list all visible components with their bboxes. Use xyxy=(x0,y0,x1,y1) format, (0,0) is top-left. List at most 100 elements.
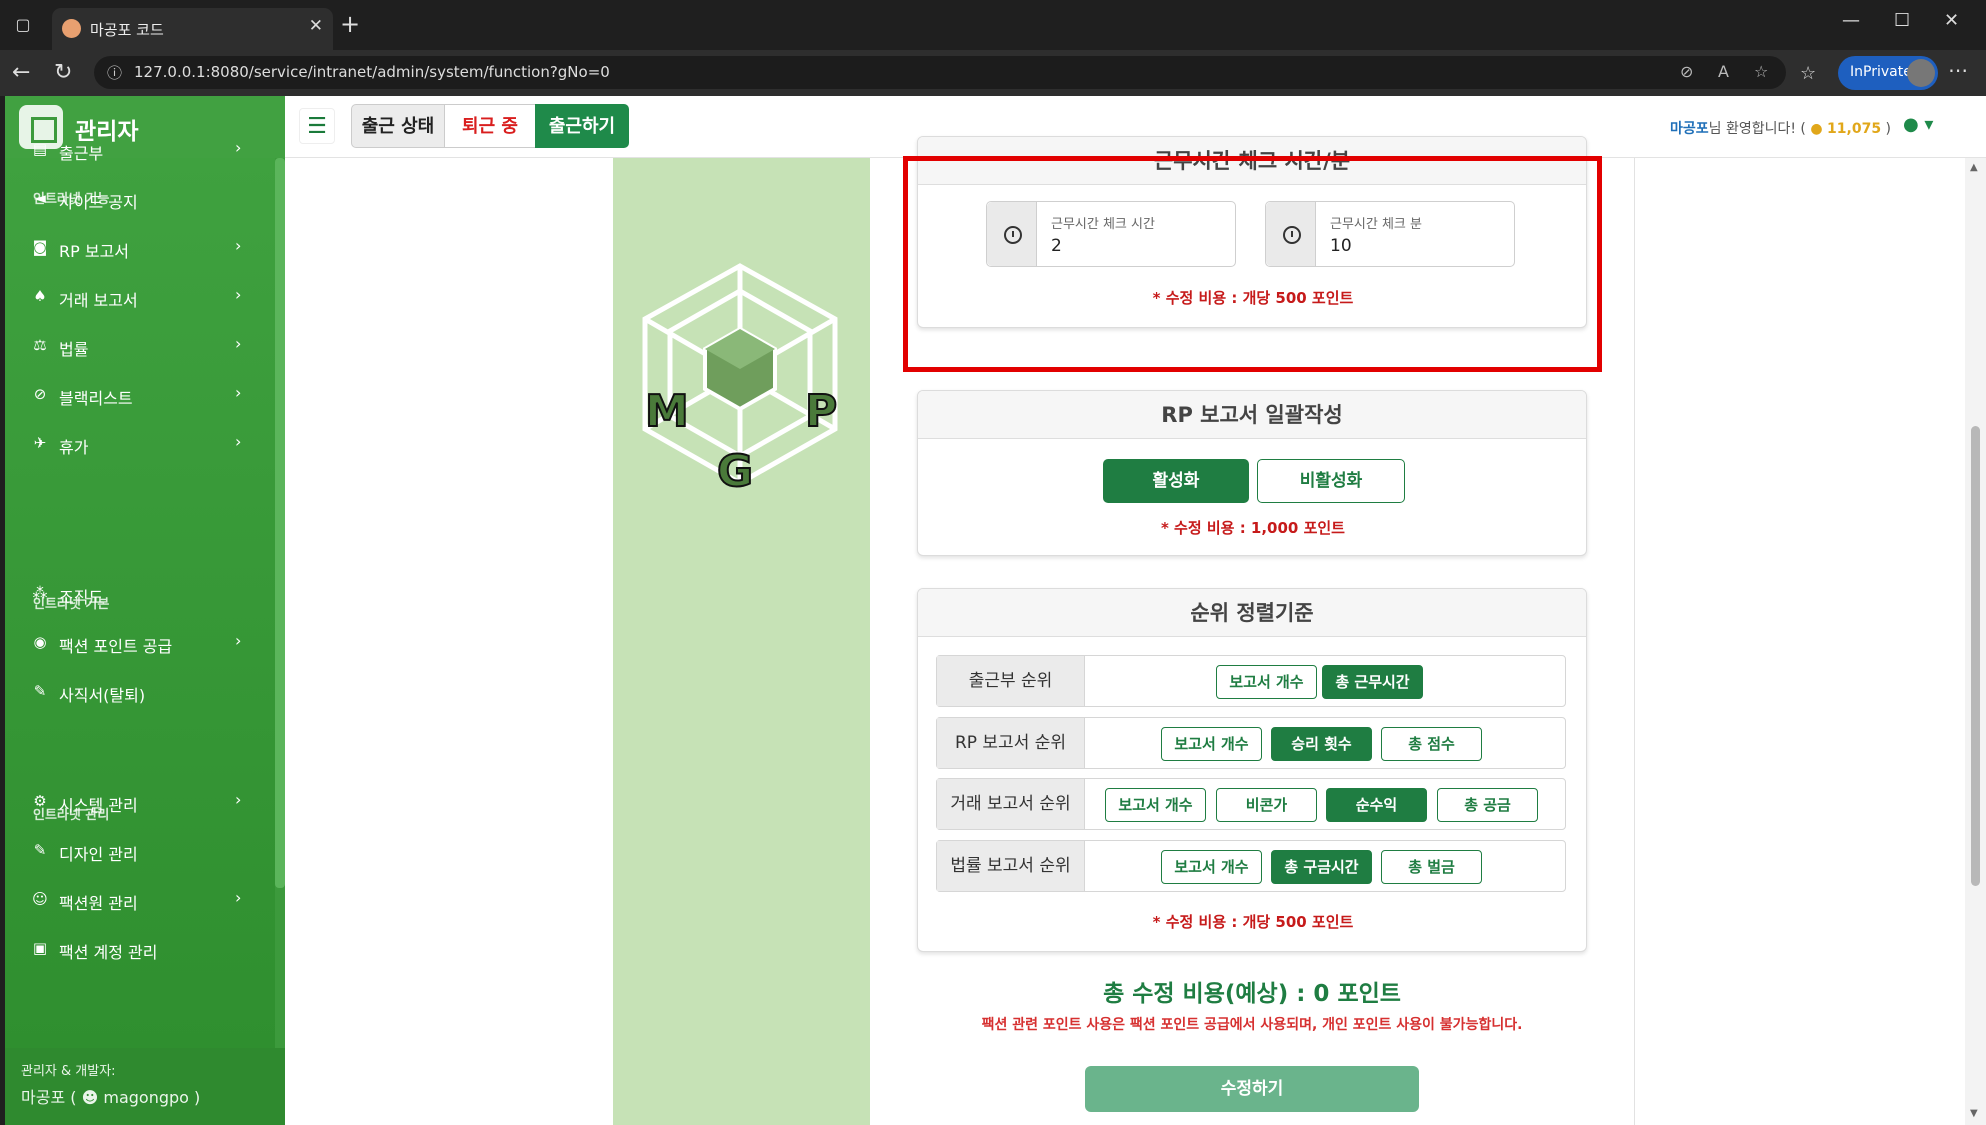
ranking-row: 거래 보고서 순위 보고서 개수 비콘가 순수익 총 공금 xyxy=(936,778,1566,830)
chevron-right-icon: › xyxy=(235,888,242,907)
maximize-icon[interactable]: ☐ xyxy=(1894,10,1910,31)
read-aloud-icon[interactable]: A xyxy=(1718,62,1729,81)
sidebar-item-label: 팩션 포인트 공급 xyxy=(59,637,173,656)
book-icon: ▤ xyxy=(32,140,48,158)
ranking-cost: * 수정 비용 : 개당 500 포인트 xyxy=(1152,913,1354,931)
tracking-prevention-icon[interactable]: ⊘ xyxy=(1680,62,1693,81)
reload-icon[interactable]: ↻ xyxy=(54,60,72,85)
favorite-star-icon[interactable]: ☆ xyxy=(1754,62,1768,81)
site-info-icon[interactable]: ⓘ xyxy=(107,62,122,83)
ranking-option-button[interactable]: 총 공금 xyxy=(1437,788,1538,822)
svg-text:G: G xyxy=(717,446,753,491)
sidebar-item[interactable]: ◄ 사이드 공지 xyxy=(5,179,275,219)
sidebar-item[interactable]: ♠ 거래 보고서 › xyxy=(5,277,275,317)
ranking-row-label: 출근부 순위 xyxy=(937,656,1085,706)
sidebar-item[interactable]: ⁂ 조직도 xyxy=(5,574,275,614)
window-close-icon[interactable]: ✕ xyxy=(1944,10,1959,31)
sidebar-toggle-icon[interactable]: ▢ xyxy=(10,12,36,38)
sidebar-item-label: 출근부 xyxy=(59,144,104,163)
sidebar-item[interactable]: ☺ 팩션원 관리 › xyxy=(5,880,275,920)
browser-menu-icon[interactable]: ⋯ xyxy=(1948,58,1968,82)
gear-icon: ⚙ xyxy=(33,792,47,810)
sidebar-item-label: 팩션원 관리 xyxy=(59,894,138,913)
scale-icon: ⚖ xyxy=(33,336,47,354)
menu-toggle-icon[interactable]: ☰ xyxy=(299,108,335,144)
sidebar-item[interactable]: ⚖ 법률 › xyxy=(5,326,275,366)
page-scrollbar[interactable]: ▲ ▼ xyxy=(1965,158,1986,1125)
submit-button[interactable]: 수정하기 xyxy=(1085,1066,1419,1112)
sidebar-item[interactable]: ⚙ 시스템 관리 › xyxy=(5,782,275,822)
activate-button[interactable]: 활성화 xyxy=(1103,459,1249,503)
gamepad-icon: ◙ xyxy=(32,238,48,256)
footer-name: 마공포 ( xyxy=(21,1088,82,1107)
id-card-icon: ▣ xyxy=(32,939,48,957)
favorites-icon[interactable]: ☆ xyxy=(1800,63,1816,84)
minimize-icon[interactable]: — xyxy=(1842,10,1860,31)
ranking-option-button[interactable]: 승리 횟수 xyxy=(1271,727,1372,761)
ranking-row: 출근부 순위 보고서 개수 총 근무시간 xyxy=(936,655,1566,707)
sidebar-item-label: 팩션 계정 관리 xyxy=(59,943,158,962)
sitemap-icon: ⁂ xyxy=(32,584,48,602)
ranking-row: 법률 보고서 순위 보고서 개수 총 구금시간 총 벌금 xyxy=(936,840,1566,892)
sidebar-item[interactable]: ✎ 디자인 관리 xyxy=(5,831,275,871)
sidebar-item[interactable]: ◉ 팩션 포인트 공급 › xyxy=(5,623,275,663)
chevron-right-icon: › xyxy=(235,236,242,255)
attendance-status-label: 출근 상태 xyxy=(351,104,445,148)
rp-bulk-card: RP 보고서 일괄작성 활성화 비활성화 * 수정 비용 : 1,000 포인트 xyxy=(917,390,1587,556)
ranking-option-button[interactable]: 보고서 개수 xyxy=(1105,788,1206,822)
browser-tab[interactable]: 마공포 코드 ✕ xyxy=(52,8,333,50)
svg-text:M: M xyxy=(645,386,689,437)
ranking-option-button[interactable]: 순수익 xyxy=(1326,788,1427,822)
ranking-row-label: RP 보고서 순위 xyxy=(937,718,1085,768)
sidebar-item[interactable]: ▣ 팩션 계정 관리 xyxy=(5,929,275,969)
sidebar-item-label: 사직서(탈퇴) xyxy=(59,686,146,705)
footer-discord[interactable]: magongpo ) xyxy=(103,1088,200,1107)
attendance-status-value: 퇴근 중 xyxy=(444,104,536,148)
sidebar: 관리자 인트라넷 기능 인트라넷 기본 인트라넷 관리 ▤ 출근부 › ◄ 사이드 공지… xyxy=(5,96,285,1125)
welcome-text: 님 환영합니다! ( xyxy=(1708,121,1806,137)
ranking-option-button[interactable]: 비콘가 xyxy=(1216,788,1317,822)
pen-icon: ✎ xyxy=(33,682,47,700)
inprivate-badge[interactable]: InPrivate xyxy=(1838,56,1938,90)
tab-title: 마공포 코드 xyxy=(90,21,164,39)
coins-icon: ◉ xyxy=(33,633,47,651)
scroll-up-icon[interactable]: ▲ xyxy=(1970,162,1978,173)
chevron-right-icon: › xyxy=(235,285,242,304)
ranking-option-button[interactable]: 총 벌금 xyxy=(1381,850,1482,884)
ranking-option-button[interactable]: 보고서 개수 xyxy=(1161,727,1262,761)
plane-icon: ✈ xyxy=(33,434,47,452)
sidebar-item[interactable]: ✎ 사직서(탈퇴) xyxy=(5,672,275,712)
scroll-thumb[interactable] xyxy=(1971,426,1980,886)
sidebar-item[interactable]: ✈ 휴가 › xyxy=(5,424,275,464)
sidebar-item[interactable]: ⊘ 블랙리스트 › xyxy=(5,375,275,415)
welcome-username: 마공포 xyxy=(1670,121,1709,137)
sidebar-item-label: 법률 xyxy=(59,340,89,359)
sidebar-scrollbar[interactable] xyxy=(275,158,285,888)
chevron-right-icon: › xyxy=(235,383,242,402)
sidebar-item[interactable]: ◙ RP 보고서 › xyxy=(5,228,275,268)
coin-icon: ● xyxy=(1810,121,1823,137)
welcome-message: 마공포님 환영합니다! ( ● 11,075 ) xyxy=(1670,118,1891,138)
ranking-option-button[interactable]: 보고서 개수 xyxy=(1161,850,1262,884)
new-tab-icon[interactable]: + xyxy=(340,10,360,38)
ranking-option-button[interactable]: 총 점수 xyxy=(1381,727,1482,761)
scroll-down-icon[interactable]: ▼ xyxy=(1970,1108,1978,1119)
user-points: 11,075 xyxy=(1827,121,1882,137)
ranking-option-button[interactable]: 보고서 개수 xyxy=(1216,665,1317,699)
back-icon[interactable]: ← xyxy=(12,60,30,85)
ranking-card: 순위 정렬기준 출근부 순위 보고서 개수 총 근무시간 RP 보고서 순위 보고서 개… xyxy=(917,588,1587,952)
check-in-button[interactable]: 출근하기 xyxy=(535,104,629,148)
ranking-option-button[interactable]: 총 근무시간 xyxy=(1322,665,1423,699)
ranking-option-button[interactable]: 총 구금시간 xyxy=(1271,850,1372,884)
point-usage-note: 팩션 관련 포인트 사용은 팩션 포인트 공급에서 사용되며, 개인 포인트 사… xyxy=(981,1017,1523,1033)
chevron-right-icon: › xyxy=(235,631,242,650)
user-menu-icon[interactable]: ● ▾ xyxy=(1903,114,1933,135)
url-field[interactable]: ⓘ 127.0.0.1:8080/service/intranet/admin/… xyxy=(94,56,1786,89)
ban-icon: ⊘ xyxy=(33,385,47,403)
megaphone-icon: ◄ xyxy=(34,189,46,207)
deactivate-button[interactable]: 비활성화 xyxy=(1257,459,1405,503)
tab-favicon-icon xyxy=(62,19,81,38)
tab-close-icon[interactable]: ✕ xyxy=(309,16,323,36)
sidebar-item[interactable]: ▤ 출근부 › xyxy=(5,130,275,170)
ranking-row-label: 거래 보고서 순위 xyxy=(937,779,1085,829)
